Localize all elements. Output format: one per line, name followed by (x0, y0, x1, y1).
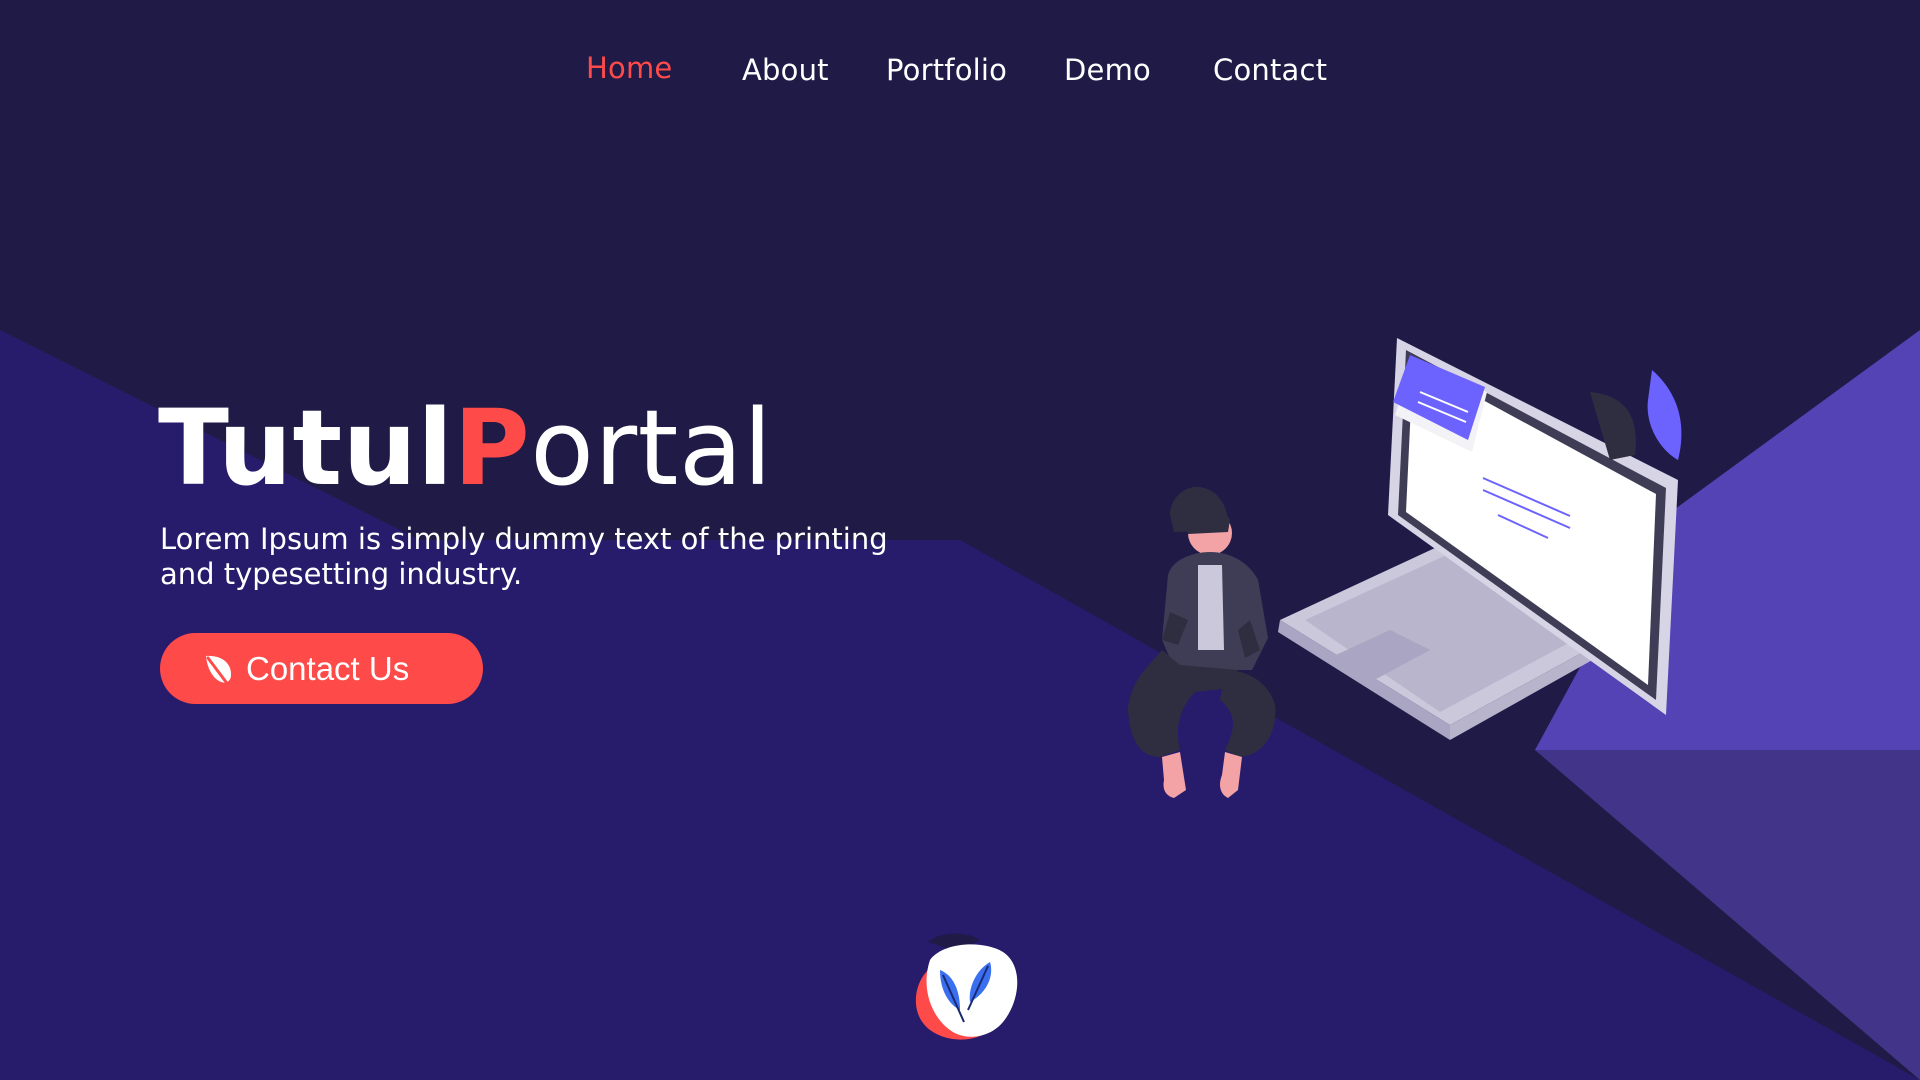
contact-us-button[interactable]: Contact Us (160, 633, 483, 704)
hero-subtitle: Lorem Ipsum is simply dummy text of the … (160, 522, 888, 591)
hero-title-part1: Tutul (158, 387, 454, 509)
landing-page: Home About Portfolio Demo Contact TutulP… (0, 0, 1920, 1080)
woman-laptop-illustration (1128, 338, 1682, 798)
nav-demo[interactable]: Demo (1064, 50, 1151, 90)
nav-portfolio[interactable]: Portfolio (886, 50, 1007, 90)
main-nav: Home About Portfolio Demo Contact (0, 50, 1920, 90)
nav-home[interactable]: Home (586, 48, 672, 88)
hero-title-accent: P (453, 387, 531, 509)
feather-logo-icon[interactable] (888, 930, 1028, 1050)
nav-contact[interactable]: Contact (1213, 50, 1327, 90)
contact-us-label: Contact Us (246, 649, 410, 687)
nav-about[interactable]: About (742, 50, 829, 90)
leaf-icon (202, 652, 236, 686)
hero-title: TutulPortal (158, 388, 773, 508)
hero-title-part2: ortal (530, 387, 773, 509)
